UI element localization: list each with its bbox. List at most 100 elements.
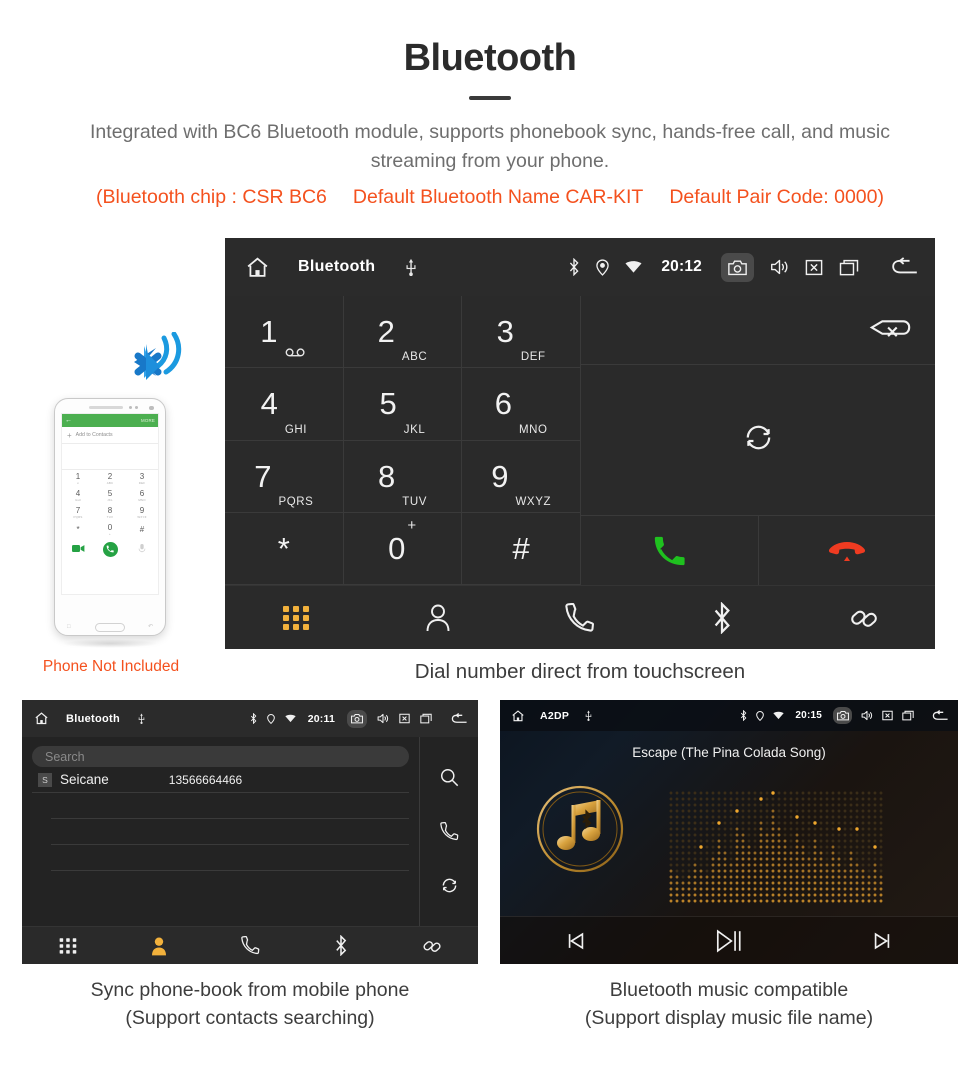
- key-4[interactable]: 4 GHI: [225, 368, 344, 441]
- head-unit-phonebook: Bluetooth 20:11 Search S Seicane 1356666…: [22, 700, 478, 964]
- spec-line: (Bluetooth chip : CSR BC6 Default Blueto…: [20, 184, 960, 211]
- key-letters: GHI: [284, 423, 308, 436]
- volume-icon[interactable]: [770, 258, 789, 276]
- back-icon[interactable]: [451, 712, 468, 725]
- clock: 20:15: [795, 710, 822, 721]
- play-pause-button[interactable]: [653, 928, 806, 954]
- camera-icon[interactable]: [721, 252, 754, 282]
- music-note-bluetooth-icon: [536, 785, 624, 873]
- head-unit-music: A2DP 20:15 Escape (The Pina Colada Song): [500, 700, 958, 964]
- recents-icon[interactable]: [902, 710, 914, 721]
- location-pin-icon: [596, 258, 610, 276]
- mute-icon[interactable]: [882, 710, 893, 721]
- phone-key-sub: ∞: [76, 480, 80, 485]
- location-pin-icon: [756, 710, 765, 721]
- mute-icon[interactable]: [805, 259, 823, 276]
- phone-key-sub: PQRS: [73, 514, 83, 519]
- key-star[interactable]: *: [225, 512, 344, 585]
- phone-nav-back-icon: ↶: [147, 624, 153, 630]
- next-track-button[interactable]: [805, 930, 958, 952]
- key-6[interactable]: 6 MNO: [462, 368, 581, 441]
- phonebook-screenshot: Bluetooth 20:11 Search S Seicane 1356666…: [22, 700, 478, 964]
- nav-contacts[interactable]: [113, 936, 204, 956]
- head-unit-dialer: Bluetooth 20:12 1 2 ABC 3 DEF 4 GHI 5 JK…: [225, 238, 935, 649]
- key-5[interactable]: 5 JKL: [343, 368, 463, 441]
- recents-icon[interactable]: [839, 259, 859, 276]
- phone-key: #: [126, 521, 158, 538]
- key-0[interactable]: 0 +: [343, 512, 463, 585]
- phone-key-digit: #: [139, 524, 145, 534]
- camera-icon[interactable]: [347, 709, 367, 728]
- previous-track-button[interactable]: [500, 930, 653, 952]
- key-digit: 8: [377, 458, 396, 494]
- sync-icon[interactable]: [742, 421, 775, 459]
- phone-number-field: [62, 444, 158, 470]
- page-header: Bluetooth Integrated with BC6 Bluetooth …: [0, 0, 980, 211]
- back-icon[interactable]: [932, 709, 949, 722]
- dialer-keypad: 1 2 ABC 3 DEF 4 GHI 5 JKL 6 MNO 7 PQRS 8…: [225, 296, 581, 585]
- search-input[interactable]: Search: [32, 746, 409, 767]
- key-digit: #: [512, 530, 530, 566]
- number-display[interactable]: [581, 296, 935, 365]
- key-digit: 7: [254, 458, 272, 494]
- phone-mockup: ← MORE + Add to Contacts 1 ∞ 2 ABC 3 DEF 4G…: [54, 398, 166, 648]
- nav-bluetooth[interactable]: [296, 935, 387, 956]
- key-2[interactable]: 2 ABC: [343, 296, 463, 369]
- location-pin-icon: [266, 713, 275, 724]
- nav-link[interactable]: [387, 936, 478, 956]
- call-icon[interactable]: [439, 821, 459, 841]
- nav-keypad[interactable]: [225, 604, 367, 632]
- key-hash[interactable]: #: [462, 512, 581, 585]
- music-caption-line2: (Support display music file name): [584, 1007, 874, 1030]
- next-track-icon: [874, 932, 889, 949]
- home-icon[interactable]: [34, 711, 49, 726]
- key-3[interactable]: 3 DEF: [462, 296, 581, 369]
- back-icon[interactable]: [891, 257, 919, 277]
- key-1[interactable]: 1: [225, 296, 344, 369]
- key-letters: WXYZ: [515, 495, 552, 508]
- phone-key-sub: GHI: [75, 497, 81, 502]
- camera-icon[interactable]: [833, 707, 852, 724]
- nav-keypad[interactable]: [22, 937, 113, 955]
- key-7[interactable]: 7 PQRS: [225, 440, 344, 513]
- sync-icon[interactable]: [440, 876, 459, 895]
- wifi-icon: [773, 711, 785, 720]
- track-title: Escape (The Pina Colada Song): [632, 745, 826, 760]
- table-row[interactable]: S Seicane 13566664466: [32, 767, 409, 793]
- contact-initial-badge: S: [38, 772, 52, 787]
- dialer-caption: Dial number direct from touchscreen: [414, 660, 746, 683]
- phone-key: 9 WXYZ: [126, 504, 158, 521]
- phone-shadow: [62, 639, 158, 648]
- phone-action-row: [62, 538, 158, 560]
- key-9[interactable]: 9 WXYZ: [462, 440, 581, 513]
- dialer-navbar: [225, 585, 935, 649]
- mute-icon[interactable]: [399, 713, 410, 724]
- phone-not-included-label: Phone Not Included: [42, 658, 180, 675]
- phone-key: *: [62, 521, 94, 538]
- backspace-icon[interactable]: [867, 313, 913, 348]
- keypad-icon: [59, 937, 76, 954]
- home-icon[interactable]: [245, 255, 270, 280]
- keypad-icon: [283, 605, 309, 630]
- nav-call-log[interactable]: [204, 936, 295, 955]
- music-caption-line1: Bluetooth music compatible: [609, 979, 849, 1001]
- plus-icon: +: [67, 430, 72, 440]
- volume-icon[interactable]: [861, 710, 873, 721]
- home-icon[interactable]: [511, 709, 525, 723]
- nav-bluetooth[interactable]: [651, 601, 793, 634]
- album-art: [534, 783, 626, 880]
- key-8[interactable]: 8 TUV: [343, 440, 463, 513]
- phonebook-side-actions: [420, 737, 478, 926]
- search-icon[interactable]: [440, 768, 459, 787]
- answer-call-button[interactable]: [581, 516, 759, 585]
- recents-icon[interactable]: [420, 713, 432, 724]
- nav-call-log[interactable]: [509, 602, 651, 633]
- volume-icon[interactable]: [377, 713, 389, 724]
- phone-sensor-dot: [129, 405, 133, 409]
- bluetooth-icon: [336, 935, 347, 956]
- nav-link[interactable]: [793, 603, 935, 633]
- phone-camera-dot: [149, 405, 154, 411]
- nav-contacts[interactable]: [367, 603, 509, 633]
- hangup-call-button[interactable]: [759, 516, 936, 585]
- play-pause-icon: [716, 929, 741, 952]
